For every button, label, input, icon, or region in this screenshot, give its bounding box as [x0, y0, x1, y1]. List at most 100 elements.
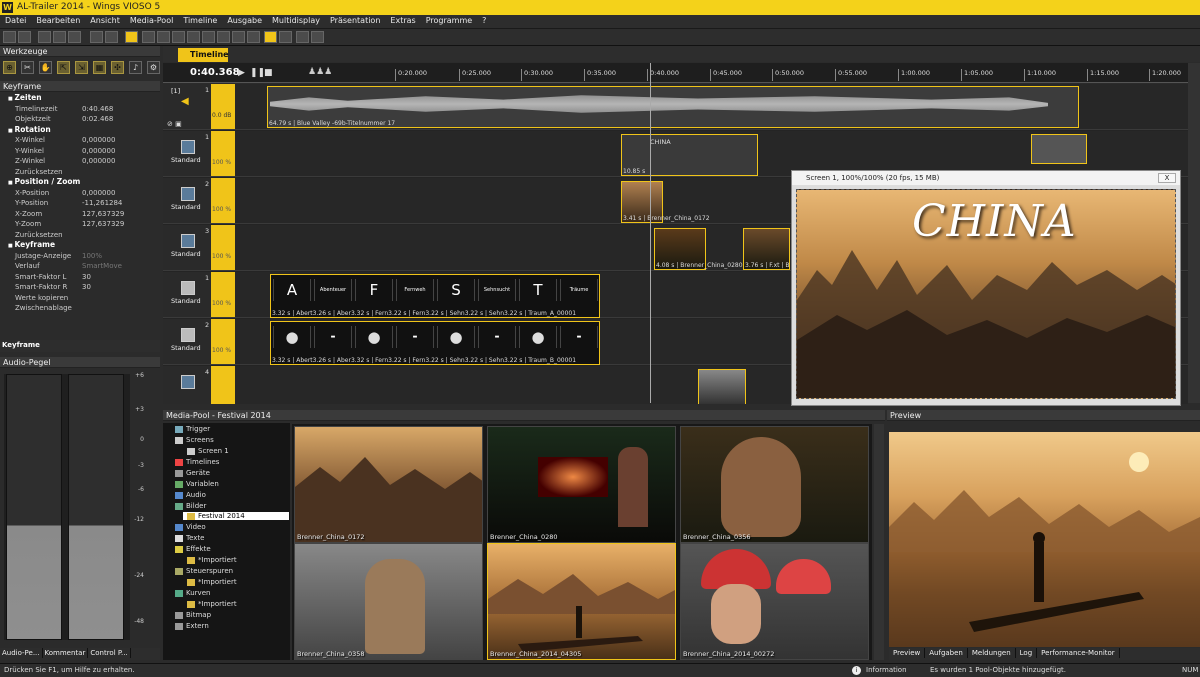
menu-datei[interactable]: Datei: [0, 15, 31, 26]
tree-item-variablen[interactable]: Variablen: [175, 480, 219, 488]
menu-ausgabe[interactable]: Ausgabe: [222, 15, 267, 26]
kf-row[interactable]: Objektzeit 0:02.468: [0, 114, 160, 125]
tool-d-icon[interactable]: ✣: [111, 61, 124, 74]
save-icon[interactable]: [38, 31, 51, 43]
tree-item-screen-1[interactable]: Screen 1: [187, 447, 229, 455]
kf-row[interactable]: Zwischenablage: [0, 303, 160, 314]
tool-icon-8[interactable]: [279, 31, 292, 43]
kf-row[interactable]: Smart-Faktor R 30: [0, 282, 160, 293]
tab-aufgaben[interactable]: Aufgaben: [925, 648, 968, 658]
clip-0280[interactable]: 4.08 s | Brenner_China_0280: [654, 228, 743, 270]
tree-item-audio[interactable]: Audio: [175, 491, 206, 499]
tab-log[interactable]: Log: [1016, 648, 1038, 658]
copy-icon[interactable]: [68, 31, 81, 43]
stop-icon[interactable]: ■: [264, 68, 273, 78]
menu-help[interactable]: ?: [477, 15, 491, 26]
record-icon[interactable]: [172, 31, 185, 43]
tree-item-trigger[interactable]: Trigger: [175, 425, 210, 433]
kf-row[interactable]: Y-Position -11,261284: [0, 198, 160, 209]
clip-track4[interactable]: [698, 369, 746, 404]
tool-icon-7[interactable]: [247, 31, 260, 43]
undo-icon[interactable]: [90, 31, 103, 43]
tree-item-bitmap[interactable]: Bitmap: [175, 611, 211, 619]
kf-row[interactable]: Z-Winkel 0,000000: [0, 156, 160, 167]
tool-icon-5[interactable]: [217, 31, 230, 43]
clip-0172[interactable]: 3.41 s | Brenner_China_0172: [621, 181, 710, 223]
tool-icon-1[interactable]: [142, 31, 155, 43]
audio-clip[interactable]: 64.79 s | Blue Valley -69b-Titelnummer 1…: [267, 86, 1079, 128]
print-icon[interactable]: [53, 31, 66, 43]
menu-multidisplay[interactable]: Multidisplay: [267, 15, 325, 26]
menu-ansicht[interactable]: Ansicht: [85, 15, 125, 26]
menu-programme[interactable]: Programme: [421, 15, 477, 26]
tab-timeline-1[interactable]: Timeline 1: [178, 48, 229, 73]
media-pool-scrollbar[interactable]: [874, 424, 884, 660]
tool-b-icon[interactable]: ⇲: [75, 61, 88, 74]
kf-row[interactable]: Justage-Anzeige 100%: [0, 251, 160, 262]
menu-bearbeiten[interactable]: Bearbeiten: [31, 15, 85, 26]
tree-item-festival-2014[interactable]: Festival 2014: [183, 512, 289, 520]
thumbnail[interactable]: Brenner_China_0356: [680, 426, 869, 543]
tab-kommentar[interactable]: Kommentar: [43, 648, 89, 658]
thumbnail[interactable]: Brenner_China_0172: [294, 426, 483, 543]
tab-audio-pegel[interactable]: Audio-Pe...: [0, 648, 43, 658]
tree-item-timelines[interactable]: Timelines: [175, 458, 219, 466]
tree-item-kurven[interactable]: Kurven: [175, 589, 210, 597]
tab-preview[interactable]: Preview: [889, 648, 926, 658]
kf-row[interactable]: X-Zoom 127,637329: [0, 209, 160, 220]
tab-control-panel[interactable]: Control P...: [88, 648, 131, 658]
menu-praesentation[interactable]: Präsentation: [325, 15, 385, 26]
new-icon[interactable]: [3, 31, 16, 43]
tab-keyframe[interactable]: Keyframe: [2, 341, 40, 349]
tab-performance-monitor[interactable]: Performance-Monitor: [1037, 648, 1120, 658]
tool-icon-6[interactable]: [232, 31, 245, 43]
filmstrip-masks[interactable]: ● ▬ ● ▬ ● ▬ ● ▬ 3.32 s | Abert3.26 s | A…: [270, 321, 600, 365]
kf-row[interactable]: Y-Winkel 0,000000: [0, 146, 160, 157]
play-icon[interactable]: ▶: [238, 68, 245, 78]
tool-icon-3[interactable]: [187, 31, 200, 43]
help-icon[interactable]: [296, 31, 309, 43]
mute-icon[interactable]: ⊘ ▣: [167, 120, 182, 128]
tool-f-icon[interactable]: ⚙: [147, 61, 160, 74]
info-icon[interactable]: [311, 31, 324, 43]
tree-item-video[interactable]: Video: [175, 523, 206, 531]
close-button[interactable]: X: [1158, 173, 1176, 183]
thumbnail[interactable]: Brenner_China_0280: [487, 426, 676, 543]
tree-item-texte[interactable]: Texte: [175, 534, 204, 542]
tool-a-icon[interactable]: ⇱: [57, 61, 70, 74]
thumbnail[interactable]: Brenner_China_0358: [294, 543, 483, 660]
tree-item-importiert[interactable]: *Importiert: [187, 600, 237, 608]
kf-row[interactable]: Y-Zoom 127,637329: [0, 219, 160, 230]
tree-item-effekte[interactable]: Effekte: [175, 545, 211, 553]
menu-timeline[interactable]: Timeline: [178, 15, 222, 26]
kf-row[interactable]: X-Winkel 0,000000: [0, 135, 160, 146]
thumbnail[interactable]: Brenner_China_2014_00272: [680, 543, 869, 660]
cut-tool-icon[interactable]: ✂: [21, 61, 34, 74]
tree-item-importiert[interactable]: *Importiert: [187, 556, 237, 564]
clip-fxt[interactable]: 3.76 s | F.xt | B: [743, 228, 790, 270]
redo-icon[interactable]: [105, 31, 118, 43]
kf-row[interactable]: Zurücksetzen: [0, 167, 160, 178]
menu-extras[interactable]: Extras: [385, 15, 420, 26]
open-icon[interactable]: [18, 31, 31, 43]
tree-item-importiert[interactable]: *Importiert: [187, 578, 237, 586]
playhead[interactable]: [650, 63, 651, 403]
tab-meldungen[interactable]: Meldungen: [968, 648, 1016, 658]
keyframe-tool-icon[interactable]: ⊕: [3, 61, 16, 74]
tree-item-extern[interactable]: Extern: [175, 622, 209, 630]
tool-icon-2[interactable]: [157, 31, 170, 43]
clip-china-text[interactable]: CHINA 10.85 s: [621, 134, 758, 176]
tool-c-icon[interactable]: ▦: [93, 61, 106, 74]
kf-row[interactable]: X-Position 0,000000: [0, 188, 160, 199]
pause-icon[interactable]: ❚❚: [250, 68, 265, 78]
warning-icon[interactable]: [264, 31, 277, 43]
menu-media-pool[interactable]: Media-Pool: [125, 15, 178, 26]
filmstrip-letters[interactable]: A Abenteuer F Fernweh S Sehnsucht T Träu…: [270, 274, 600, 318]
tree-item-steuerspuren[interactable]: Steuerspuren: [175, 567, 233, 575]
select-mode-icon[interactable]: [125, 31, 138, 43]
zoom-icons[interactable]: ♟♟♟: [308, 67, 332, 77]
tool-e-icon[interactable]: ♪: [129, 61, 142, 74]
tree-item-bilder[interactable]: Bilder: [175, 502, 206, 510]
screen-window-titlebar[interactable]: Screen 1, 100%/100% (20 fps, 15 MB) X: [792, 171, 1180, 185]
hand-tool-icon[interactable]: ✋: [39, 61, 52, 74]
